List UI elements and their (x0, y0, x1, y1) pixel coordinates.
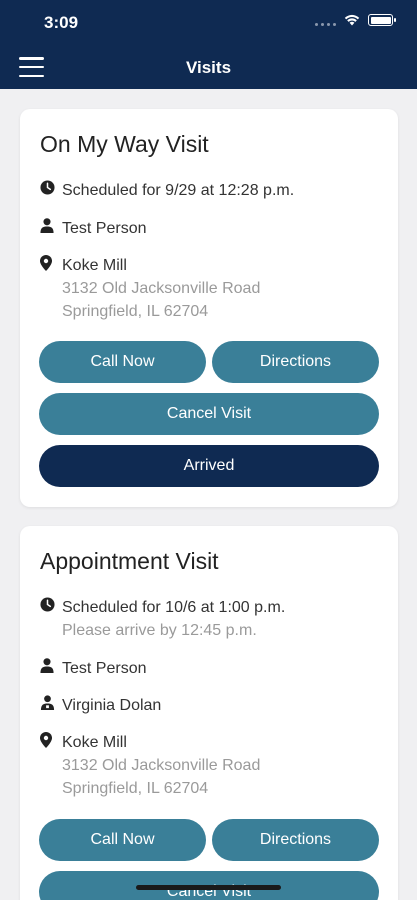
location-pin-icon (40, 255, 52, 271)
provider-name: Virginia Dolan (62, 697, 162, 714)
battery-icon (368, 14, 396, 26)
visit-card-on-my-way: On My Way Visit Scheduled for 9/29 at 12… (20, 109, 398, 507)
location-row: Koke Mill 3132 Old Jacksonville Road Spr… (40, 731, 260, 800)
arrived-button[interactable]: Arrived (39, 445, 379, 487)
provider-row: Virginia Dolan (40, 694, 161, 717)
arrive-by-text: Please arrive by 12:45 p.m. (62, 622, 257, 639)
address-line2: Springfield, IL 62704 (62, 303, 209, 320)
person-icon (40, 218, 54, 233)
scheduled-text: Scheduled for 9/29 at 12:28 p.m. (62, 182, 295, 199)
clock-icon (40, 180, 55, 195)
visit-title: Appointment Visit (40, 548, 219, 574)
person-row: Test Person (40, 217, 146, 240)
visit-card-appointment: Appointment Visit Scheduled for 10/6 at … (20, 526, 398, 900)
app-header: 3:09 Visits (0, 0, 417, 89)
signal-icon (315, 14, 336, 26)
scheduled-row: Scheduled for 9/29 at 12:28 p.m. (40, 179, 294, 202)
directions-button[interactable]: Directions (212, 819, 379, 861)
clock-icon (40, 597, 55, 612)
person-icon (40, 658, 54, 673)
address-line1: 3132 Old Jacksonville Road (62, 757, 261, 774)
call-now-button[interactable]: Call Now (39, 341, 206, 383)
scheduled-row: Scheduled for 10/6 at 1:00 p.m. Please a… (40, 596, 285, 642)
provider-icon (40, 695, 55, 710)
location-pin-icon (40, 732, 52, 748)
call-now-button[interactable]: Call Now (39, 819, 206, 861)
person-name: Test Person (62, 220, 147, 237)
cancel-visit-button[interactable]: Cancel Visit (39, 393, 379, 435)
person-name: Test Person (62, 660, 147, 677)
status-icons (315, 14, 396, 26)
scheduled-text: Scheduled for 10/6 at 1:00 p.m. (62, 599, 286, 616)
directions-button[interactable]: Directions (212, 341, 379, 383)
home-indicator[interactable] (136, 885, 281, 890)
location-name: Koke Mill (62, 257, 127, 274)
page-title: Visits (185, 58, 232, 77)
location-name: Koke Mill (62, 734, 127, 751)
wifi-icon (344, 14, 360, 26)
visit-title: On My Way Visit (40, 131, 209, 157)
address-line2: Springfield, IL 62704 (62, 780, 209, 797)
location-row: Koke Mill 3132 Old Jacksonville Road Spr… (40, 254, 260, 323)
status-time: 3:09 (44, 13, 79, 32)
person-row: Test Person (40, 657, 146, 680)
address-line1: 3132 Old Jacksonville Road (62, 280, 261, 297)
